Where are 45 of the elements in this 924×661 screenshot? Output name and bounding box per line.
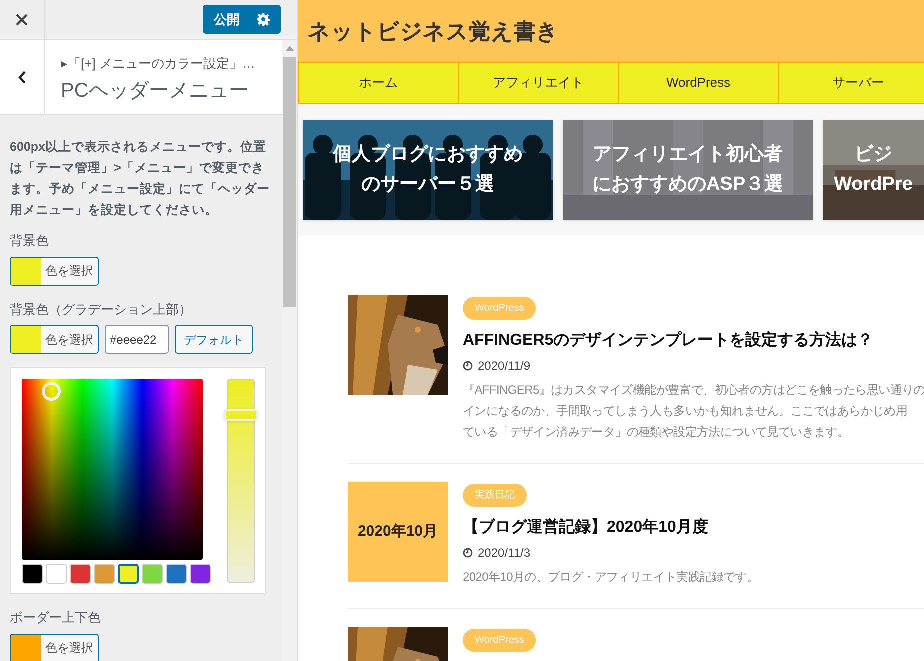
post-excerpt: 2020年10月の、ブログ・アフィリエイト実践記録です。 [463, 569, 759, 586]
gear-icon[interactable] [257, 13, 270, 26]
featured-title[interactable]: 個人ブログにおすすめ [333, 140, 523, 170]
picker-handle[interactable] [42, 382, 61, 401]
breadcrumb: ▸「[+] メニューのカラー設定」… [61, 55, 256, 73]
featured-title[interactable]: アフィリエイト初心者 [593, 140, 783, 170]
color-gradient-field[interactable] [22, 379, 203, 560]
menu-item[interactable]: WordPress [618, 63, 778, 103]
section-description: 600px以上で表示されるメニューです。位置は「テーマ管理」>「メニュー」で変更できます。予め「メニュー設定」にて「ヘッダー用メニュー」を設定してください。 [10, 139, 271, 219]
featured-card[interactable]: アフィリエイト初心者 におすすめのASP３選 [563, 120, 813, 220]
section-title: PCヘッダーメニュー [61, 78, 250, 104]
palette-swatch[interactable] [118, 564, 139, 584]
color-select-button[interactable]: 色を選択 [10, 634, 99, 661]
back-icon[interactable] [18, 70, 26, 84]
lightness-slider[interactable] [227, 379, 255, 583]
hex-input-field[interactable]: #eeee22 [105, 325, 169, 354]
color-select-button[interactable]: 色を選択 [10, 325, 99, 354]
featured-title[interactable]: のサーバー５選 [362, 170, 494, 200]
post-date: 2020/11/9 [478, 358, 530, 375]
clock-icon [463, 548, 473, 558]
post-date: 2020/11/3 [478, 545, 530, 562]
menu-item[interactable]: アフィリエイト [458, 63, 618, 103]
menu-item[interactable]: ホーム [298, 63, 458, 103]
close-icon[interactable] [16, 14, 28, 26]
post-title[interactable]: 【ブログ運営記録】2020年10月度 [463, 516, 759, 540]
featured-card[interactable]: ビジ WordPre [823, 120, 924, 220]
featured-title[interactable]: ビジ [854, 140, 892, 170]
post-excerpt: インになるのか、手間取ってしまう人も多いかも知れません。ここではあらかじめ用 [463, 403, 909, 420]
control-label: ボーダー上下色 [10, 609, 102, 627]
control-label: 背景色 [10, 232, 50, 250]
publish-button[interactable]: 公開 [203, 5, 281, 34]
post-excerpt: ている「デザイン済みデータ」の種類や設定方法について見ていきます。 [463, 424, 850, 441]
featured-card[interactable]: 個人ブログにおすすめ のサーバー５選 [303, 120, 553, 220]
slider-handle[interactable] [224, 408, 258, 421]
featured-title[interactable]: WordPre [834, 170, 913, 200]
post-title[interactable]: AFFINGER5のデザインテンプレートを設定する方法は？ [463, 329, 924, 353]
featured-title[interactable]: におすすめのASP３選 [592, 170, 784, 200]
scroll-up-icon[interactable] [286, 46, 294, 51]
control-label: 背景色（グラデーション上部） [10, 300, 193, 318]
default-button[interactable]: デフォルト [175, 325, 253, 354]
post-thumbnail[interactable]: 2020年10月 [348, 482, 448, 582]
menu-item[interactable]: サーバー [778, 63, 924, 103]
scrollbar-thumb[interactable] [283, 57, 296, 307]
color-select-button[interactable]: 色を選択 [10, 256, 99, 286]
clock-icon [463, 361, 473, 371]
